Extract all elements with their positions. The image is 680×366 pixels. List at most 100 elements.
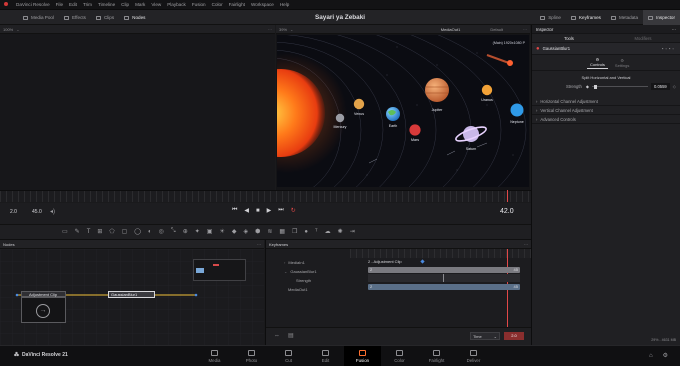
menu-edit[interactable]: Edit — [69, 2, 77, 7]
section-advanced[interactable]: › Advanced Controls — [532, 115, 680, 124]
page-photo[interactable]: Photo — [233, 346, 270, 366]
menu-color[interactable]: Color — [212, 2, 223, 7]
left-zoom-chevron-icon[interactable]: ⌄ — [16, 27, 19, 32]
menu-file[interactable]: File — [56, 2, 63, 7]
mediaout-bar[interactable]: 2 45 — [368, 284, 520, 290]
menu-fusion[interactable]: Fusion — [192, 2, 206, 7]
menu-timeline[interactable]: Timeline — [98, 2, 115, 7]
keyframes-ruler[interactable] — [350, 249, 532, 258]
track-collapse-icon[interactable]: ⌄ — [284, 269, 287, 274]
menu-view[interactable]: View — [151, 2, 161, 7]
home-icon[interactable]: ⌂ — [649, 353, 653, 359]
keyframes-panel[interactable]: Keyframes ⋯ › MediaIn1 ⌄ GaussianBlur1 Str… — [265, 240, 532, 345]
keyframes-options-icon[interactable]: ⋯ — [524, 242, 528, 247]
output-tool-icon[interactable]: ⇥ — [350, 228, 355, 235]
strength-value-field[interactable]: 0.0559 — [650, 83, 670, 90]
split-checkbox[interactable]: Split Horizontal and Vertical — [532, 73, 680, 82]
tab-modifiers[interactable]: Modifiers — [606, 36, 680, 41]
play-reverse-icon[interactable]: ◀ — [244, 207, 249, 214]
track-mediaout[interactable]: MediaOut1 — [266, 285, 350, 294]
play-icon[interactable]: ▶ — [267, 207, 272, 214]
blur-tool-icon[interactable]: ◎ — [159, 228, 164, 235]
strength-keyframe-marker[interactable] — [443, 274, 444, 282]
subtab-settings[interactable]: ⚙ Settings — [612, 57, 632, 69]
strength-slider[interactable] — [592, 84, 648, 89]
page-deliver[interactable]: Deliver — [455, 346, 492, 366]
strength-keyframe-icon[interactable]: ◆ — [586, 84, 589, 89]
polygon-tool-icon[interactable]: ⬠ — [109, 228, 114, 235]
spline-button[interactable]: Spline — [535, 10, 566, 25]
gaussian-blur-node[interactable]: GaussianBlur1 — [108, 291, 155, 298]
nodes-button[interactable]: Nodes — [119, 10, 150, 25]
particles-tool-icon[interactable]: ✦ — [195, 228, 200, 235]
viewer-frame[interactable]: Mercury Venus Earth Mars Jupiter Saturn … — [277, 35, 529, 187]
ruler-playhead[interactable] — [507, 190, 508, 202]
menu-fairlight[interactable]: Fairlight — [229, 2, 245, 7]
transform-tool-icon[interactable]: ⤡ — [171, 228, 176, 235]
menu-playback[interactable]: Playback — [167, 2, 186, 7]
rectangle-tool-icon[interactable]: ▢ — [122, 228, 128, 235]
go-to-start-icon[interactable]: ⏮ — [232, 207, 237, 214]
inspector-options-icon[interactable]: ⋯ — [672, 27, 676, 32]
clip-keyframe-icon[interactable] — [420, 259, 425, 264]
track-strength[interactable]: Strength — [266, 276, 350, 285]
strength-slider-handle[interactable] — [594, 84, 598, 89]
left-zoom-select[interactable]: 100% — [3, 27, 13, 32]
render-end[interactable]: 45.0 — [32, 209, 42, 215]
stop-icon[interactable]: ■ — [256, 208, 260, 214]
camera-tool-icon[interactable]: ▣ — [207, 228, 213, 235]
text-tool-icon[interactable]: T — [87, 229, 91, 235]
shape-tool-icon[interactable]: ◆ — [232, 228, 237, 235]
nodes-panel[interactable]: Nodes ⋯ Adjustment Clip → GaussianBlur1 — [0, 240, 264, 345]
go-to-end-icon[interactable]: ⏭ — [278, 207, 283, 214]
menu-davinci[interactable]: DaVinci Resolve — [16, 2, 50, 7]
menu-mark[interactable]: Mark — [135, 2, 145, 7]
current-time[interactable]: 42.0 — [500, 208, 514, 215]
section-horizontal[interactable]: › Horizontal Channel Adjustment — [532, 97, 680, 106]
sphere-tool-icon[interactable]: ● — [304, 229, 308, 235]
background-tool-icon[interactable]: ▭ — [62, 228, 68, 235]
glow-tool-icon[interactable]: ✺ — [338, 228, 343, 235]
track-mediain[interactable]: › MediaIn1 — [266, 258, 350, 267]
gaussianblur-bar[interactable]: 2 45 — [368, 267, 520, 273]
project-settings-gear-icon[interactable]: ⚙ — [663, 352, 668, 359]
inspector-button[interactable]: Inspector — [643, 10, 680, 25]
node-enable-icon[interactable]: ● — [536, 46, 540, 52]
adjustment-clip-thumbnail[interactable]: → — [21, 297, 66, 323]
subtab-controls[interactable]: ⚙ Controls — [587, 56, 608, 69]
warp-tool-icon[interactable]: ≋ — [267, 228, 272, 235]
node-header-buttons-icon[interactable]: ▪▫▪▫ — [662, 46, 676, 51]
strength-track-area[interactable] — [368, 274, 520, 282]
light-tool-icon[interactable]: ☀ — [219, 228, 224, 235]
left-viewer[interactable]: 100% ⌄ ⋯ — [0, 25, 275, 190]
color-tool-icon[interactable]: ◐ — [148, 229, 152, 235]
page-fairlight[interactable]: Fairlight — [418, 346, 455, 366]
page-edit[interactable]: Edit — [307, 346, 344, 366]
grid-tool-icon[interactable]: ▦ — [279, 228, 285, 235]
ellipse-tool-icon[interactable]: ◯ — [134, 228, 141, 235]
menu-clip[interactable]: Clip — [121, 2, 129, 7]
page-fusion[interactable]: Fusion — [344, 346, 381, 366]
tracker-tool-icon[interactable]: ⊕ — [183, 228, 188, 235]
zoom-fit-icon[interactable]: ⇔ — [274, 333, 280, 339]
3d-merge-tool-icon[interactable]: ⬢ — [255, 228, 260, 235]
right-zoom-select[interactable]: 39% — [279, 27, 287, 32]
time-mode-select[interactable]: Time ⌄ — [470, 332, 500, 340]
paint-tool-icon[interactable]: ✎ — [75, 228, 80, 235]
page-color[interactable]: Color — [381, 346, 418, 366]
fog-tool-icon[interactable]: ☁ — [325, 228, 331, 235]
effects-button[interactable]: Effects — [59, 10, 91, 25]
menu-workspace[interactable]: Workspace — [251, 2, 274, 7]
renderer-tool-icon[interactable]: ◈ — [243, 228, 248, 235]
track-expand-icon[interactable]: › — [284, 260, 285, 265]
merge-tool-icon[interactable]: ⊞ — [97, 228, 102, 235]
keyframes-button[interactable]: Keyframes — [566, 10, 606, 25]
keyframes-list-icon[interactable]: ▤ — [288, 332, 294, 339]
strength-reset-icon[interactable]: ◇ — [673, 84, 676, 89]
section-vertical[interactable]: › Vertical Channel Adjustment — [532, 106, 680, 115]
left-viewer-options-icon[interactable]: ⋯ — [268, 27, 272, 32]
page-cut[interactable]: Cut — [270, 346, 307, 366]
cube-tool-icon[interactable]: ❒ — [292, 228, 297, 235]
right-viewer-options-icon[interactable]: ⋯ — [523, 27, 527, 32]
menu-trim[interactable]: Trim — [83, 2, 92, 7]
